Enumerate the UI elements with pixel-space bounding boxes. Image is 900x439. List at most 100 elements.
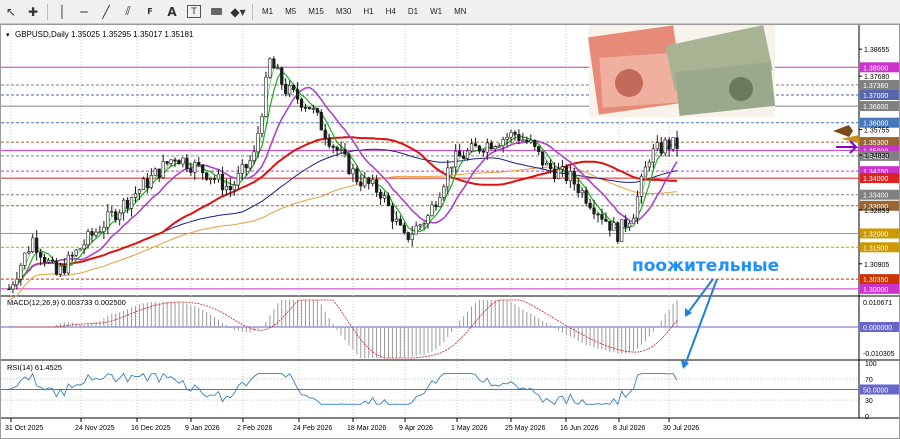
- candle-bear: [398, 218, 402, 226]
- candle-bear: [39, 252, 43, 258]
- candle-bull: [248, 160, 252, 169]
- candle-bull: [568, 171, 572, 182]
- candle-bull: [655, 142, 659, 150]
- shapes-icon[interactable]: ◆▾: [227, 1, 249, 23]
- rectangle-icon[interactable]: [205, 1, 227, 23]
- candle-bear: [228, 186, 232, 191]
- timeframe-m5[interactable]: M5: [279, 2, 302, 22]
- candle-bear: [375, 179, 379, 193]
- candle-bull: [137, 189, 142, 194]
- candle-bull: [11, 284, 15, 290]
- chart-canvas[interactable]: 1.380001.373601.370001.366001.360001.353…: [1, 25, 900, 438]
- macd-panel: 0.010671 0.000000 -0.010305: [1, 299, 900, 359]
- text-icon[interactable]: A: [161, 1, 183, 23]
- candle-bull: [639, 175, 644, 197]
- candle-bull: [224, 186, 229, 191]
- timeframe-mn[interactable]: MN: [448, 2, 472, 22]
- candle-bear: [378, 192, 383, 199]
- candle-bull: [521, 139, 525, 142]
- candle-bull: [23, 252, 27, 266]
- candle-bear: [600, 214, 604, 220]
- candle-bear: [406, 232, 410, 240]
- price-tick-label: 1.34830: [864, 153, 889, 160]
- level-label: 1.38000: [863, 65, 888, 72]
- candle-bull: [74, 249, 78, 256]
- time-tick-label: 31 Oct 2025: [5, 425, 43, 432]
- candle-bear: [284, 84, 288, 95]
- candle-bull: [426, 215, 430, 225]
- candle-bull: [94, 231, 98, 236]
- candle-bear: [343, 149, 347, 155]
- candle-bull: [264, 76, 268, 117]
- candle-bear: [386, 195, 391, 207]
- candle-bear: [220, 173, 225, 191]
- candle-bear: [7, 288, 11, 291]
- candle-bull: [635, 196, 640, 219]
- annotation-arrows: [681, 278, 718, 369]
- time-tick-label: 1 May 2026: [451, 425, 488, 432]
- fibonacci-icon[interactable]: F: [139, 1, 161, 23]
- candle-bull: [232, 184, 236, 191]
- candle-bear: [295, 89, 300, 100]
- candle-bear: [355, 168, 359, 183]
- candle-bear: [173, 159, 177, 162]
- price-tick-label: 1.38655: [864, 47, 889, 54]
- candle-bull: [209, 178, 213, 180]
- horizontal-line-icon[interactable]: ─: [73, 1, 95, 23]
- candle-bull: [663, 139, 667, 154]
- candle-bull: [556, 168, 561, 180]
- candle-bull: [122, 199, 126, 214]
- candle-bull: [236, 173, 240, 186]
- candle-bull: [118, 212, 122, 221]
- price-tick-label: 1.35755: [864, 127, 889, 134]
- candle-bull: [580, 190, 584, 194]
- candle-bear: [303, 107, 308, 109]
- toolbar: ↖ ✚ │ ─ ╱ ⫽ F A T ◆▾ M1 M5 M15 M30 H1 H4 D1 W1 M…: [0, 0, 900, 24]
- candle-bull: [133, 193, 138, 198]
- timeframe-m1[interactable]: M1: [256, 2, 279, 22]
- timeframe-h1[interactable]: H1: [357, 2, 379, 22]
- cursor-icon[interactable]: ↖: [0, 1, 22, 23]
- timeframe-m15[interactable]: M15: [302, 2, 330, 22]
- candle-bear: [272, 58, 276, 69]
- crosshair-icon[interactable]: ✚: [22, 1, 44, 23]
- candle-bull: [276, 67, 280, 70]
- chart-window[interactable]: 1.38000 1.37360 1.37000 1.36600 1.36000 1.353…: [0, 24, 900, 439]
- candle-bull: [647, 161, 651, 168]
- rsi-tick-label: 70: [865, 377, 873, 384]
- candle-bear: [402, 224, 406, 233]
- price-tick-label: 1.37680: [864, 74, 889, 81]
- candle-bear: [477, 145, 482, 152]
- vertical-line-icon[interactable]: │: [51, 1, 73, 23]
- candle-bull: [363, 177, 367, 187]
- candle-bull: [382, 195, 387, 199]
- channel-icon[interactable]: ⫽: [117, 1, 139, 23]
- candle-bear: [347, 153, 351, 175]
- candle-bear: [525, 139, 529, 143]
- timeframe-h4[interactable]: H4: [380, 2, 402, 22]
- candle-bear: [323, 129, 327, 139]
- candle-bear: [125, 199, 130, 209]
- timeframe-w1[interactable]: W1: [424, 2, 448, 22]
- time-tick-label: 24 Nov 2025: [75, 425, 115, 432]
- candle-bull: [493, 146, 497, 150]
- time-tick-label: 2 Feb 2026: [237, 425, 273, 432]
- time-tick-label: 25 May 2026: [505, 425, 546, 432]
- banknote-portrait: [615, 69, 643, 97]
- timeframe-m30[interactable]: M30: [330, 2, 358, 22]
- arrow-head-icon: [681, 360, 689, 369]
- candle-bull: [260, 115, 264, 134]
- candle-bull: [15, 278, 19, 286]
- candle-bull: [106, 211, 110, 228]
- timeframe-d1[interactable]: D1: [402, 2, 424, 22]
- text-label-icon[interactable]: T: [187, 5, 201, 18]
- candle-bear: [185, 157, 189, 169]
- candle-bull: [46, 259, 51, 263]
- level-label: 1.30350: [863, 277, 888, 284]
- trendline-icon[interactable]: ╱: [95, 1, 117, 23]
- candle-bear: [145, 178, 149, 188]
- candle-bear: [461, 155, 466, 159]
- rsi-tick-label: 50.0000: [863, 388, 888, 395]
- candle-bull: [450, 166, 454, 169]
- candle-bear: [292, 85, 296, 90]
